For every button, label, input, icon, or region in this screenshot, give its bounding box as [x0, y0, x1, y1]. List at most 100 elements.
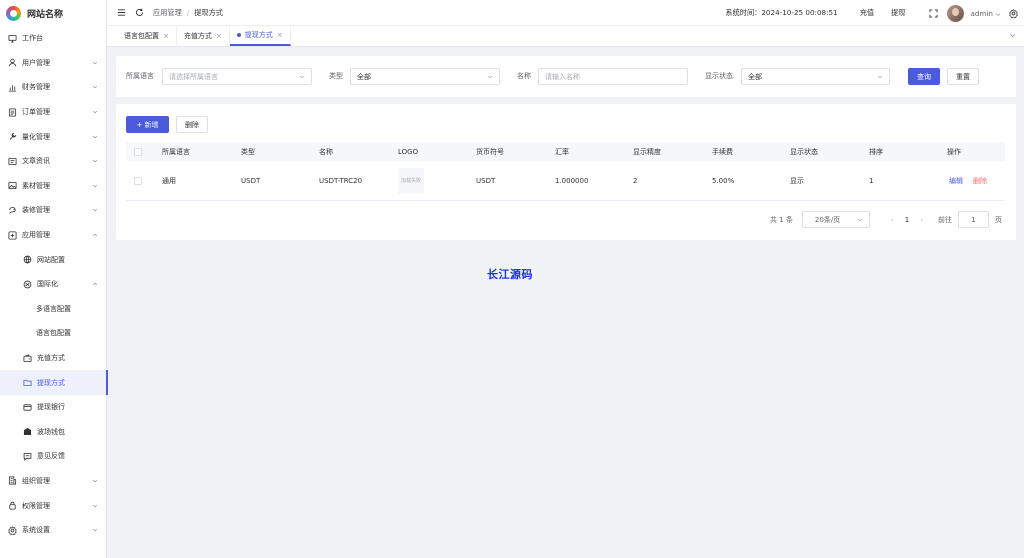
sidebar-item-label: 权限管理	[22, 501, 50, 510]
cell-precision: 2	[633, 176, 638, 185]
watermark-text: 长江源码	[487, 268, 533, 281]
sidebar-item[interactable]: 权限管理	[0, 493, 107, 518]
menu-toggle-icon[interactable]	[117, 8, 126, 17]
sidebar-item[interactable]: 文章资讯	[0, 149, 107, 174]
sidebar-menu: 工作台 用户管理财务管理订单管理量化管理文章资讯素材管理装修管理应用管理网站配置国…	[0, 26, 108, 543]
delete-link[interactable]: 删除	[973, 176, 987, 186]
chevron-down-icon	[92, 529, 98, 532]
cell-lang: 通用	[162, 176, 176, 185]
sidebar-item[interactable]: 多语言配置	[0, 297, 107, 322]
page-size-value: 20条/页	[814, 215, 841, 224]
chevron-up-icon	[92, 282, 98, 286]
sidebar-item[interactable]: 国际化	[0, 272, 107, 297]
chevron-down-icon	[92, 160, 98, 163]
decor-icon	[8, 206, 17, 215]
sidebar-item[interactable]: 意见反馈	[0, 444, 107, 469]
page-number[interactable]: 1	[905, 216, 909, 224]
card-icon	[23, 403, 32, 412]
avatar[interactable]	[947, 4, 965, 22]
reset-button[interactable]: 重置	[947, 68, 979, 85]
sidebar-item-label: 语言包配置	[36, 329, 71, 338]
cell-symbol: USDT	[476, 176, 496, 185]
sidebar-item[interactable]: 充值方式	[0, 346, 107, 371]
sidebar-item[interactable]: 用户管理	[0, 51, 107, 76]
batch-delete-button[interactable]: 删除	[176, 116, 208, 133]
sidebar-item-label: 国际化	[37, 280, 58, 289]
tab-item[interactable]: 充值方式 ×	[177, 26, 230, 46]
sidebar-item[interactable]: 组织管理	[0, 469, 107, 494]
sidebar-item[interactable]: 系统设置	[0, 518, 107, 543]
name-input-placeholder: 请输入名称	[545, 72, 580, 81]
sidebar-item[interactable]: 财务管理	[0, 75, 107, 100]
name-input[interactable]: 请输入名称	[538, 68, 688, 85]
app-icon	[8, 231, 17, 240]
type-select-value: 全部	[357, 72, 371, 81]
wallet-icon	[23, 353, 32, 363]
chevron-down-icon	[92, 479, 98, 483]
sidebar-item[interactable]: 语言包配置	[0, 321, 107, 346]
fullscreen-icon[interactable]	[929, 8, 939, 18]
sidebar-item[interactable]: 装修管理	[0, 198, 107, 223]
goto-page-input[interactable]: 1	[958, 211, 989, 228]
breadcrumb-item-app[interactable]: 应用管理	[153, 8, 182, 17]
breadcrumb-separator: /	[186, 7, 190, 17]
sidebar: 网站名称 工作台 用户管理财务管理订单管理量化管理文章资讯素材管理装修管理应用管理…	[0, 0, 108, 558]
settings-gear-icon[interactable]	[1009, 8, 1018, 18]
query-button[interactable]: 查询	[908, 68, 940, 85]
column-header: 显示精度	[633, 147, 661, 156]
close-icon[interactable]: ×	[163, 32, 169, 40]
recharge-link[interactable]: 充值	[860, 8, 874, 18]
close-icon[interactable]: ×	[216, 32, 222, 40]
cell-status: 显示	[790, 176, 804, 185]
chevron-down-icon	[92, 86, 98, 89]
tab-item[interactable]: 提现方式 ×	[229, 26, 291, 46]
row-checkbox[interactable]	[134, 176, 142, 185]
sidebar-item-label: 提现银行	[37, 403, 65, 412]
prev-page-button[interactable]: ‹	[891, 216, 894, 224]
chart-icon	[8, 83, 17, 92]
sidebar-item[interactable]: 订单管理	[0, 100, 107, 125]
sidebar-item[interactable]: 提现方式	[0, 370, 108, 395]
sidebar-item[interactable]: 量化管理	[0, 124, 107, 149]
sidebar-item-label: 网站配置	[37, 255, 65, 264]
lang-select[interactable]: 请选择所属语言	[162, 68, 312, 85]
sidebar-item[interactable]: 工作台	[0, 26, 107, 51]
tab-label: 语言包配置	[124, 32, 159, 40]
cell-fee: 5.00%	[712, 176, 735, 185]
sidebar-item[interactable]: 应用管理	[0, 223, 107, 248]
username[interactable]: admin	[970, 9, 993, 18]
column-header: 显示状态	[790, 147, 818, 156]
sidebar-item-label: 素材管理	[22, 181, 50, 190]
chevron-down-icon[interactable]	[995, 10, 1001, 16]
sidebar-item-label: 财务管理	[22, 83, 50, 92]
system-time: 系统时间：2024-10-25 00:08:51	[725, 8, 838, 17]
sidebar-item-label: 提现方式	[37, 378, 65, 387]
column-header: 货币符号	[476, 147, 504, 156]
table-card: + 新增 删除 所属语言 类型 名称 LOGO 货币符号 汇率 显示精度 手续费 显示状态 排序 操…	[116, 104, 1016, 240]
status-select[interactable]: 全部	[741, 68, 890, 85]
globe-icon	[23, 255, 32, 264]
tabs-more-chevron-icon[interactable]	[1009, 32, 1016, 39]
refresh-icon[interactable]	[135, 8, 144, 17]
site-logo[interactable]: 网站名称	[0, 0, 106, 26]
type-select[interactable]: 全部	[350, 68, 500, 85]
sidebar-item-label: 装修管理	[22, 206, 50, 215]
select-all-checkbox[interactable]	[134, 147, 142, 156]
sidebar-item[interactable]: 波场钱包	[0, 420, 107, 445]
add-button[interactable]: + 新增	[126, 116, 169, 133]
goto-page-value: 1	[971, 215, 976, 224]
page-size-select[interactable]: 20条/页	[801, 211, 870, 228]
tabs-bar: 语言包配置 × 充值方式 × 提现方式 ×	[107, 26, 1024, 47]
tab-label: 提现方式	[244, 31, 273, 39]
withdraw-link[interactable]: 提现	[891, 8, 905, 18]
sidebar-item[interactable]: 网站配置	[0, 247, 107, 272]
next-page-button[interactable]: ›	[920, 216, 923, 224]
sidebar-item[interactable]: 素材管理	[0, 174, 107, 199]
chevron-down-icon	[857, 218, 862, 222]
sidebar-item[interactable]: 提现银行	[0, 395, 107, 420]
cell-type: USDT	[241, 176, 261, 185]
close-icon[interactable]: ×	[277, 31, 283, 39]
tab-item[interactable]: 语言包配置 ×	[117, 26, 177, 46]
edit-link[interactable]: 编辑	[949, 176, 963, 186]
sidebar-item-label: 量化管理	[22, 132, 50, 141]
